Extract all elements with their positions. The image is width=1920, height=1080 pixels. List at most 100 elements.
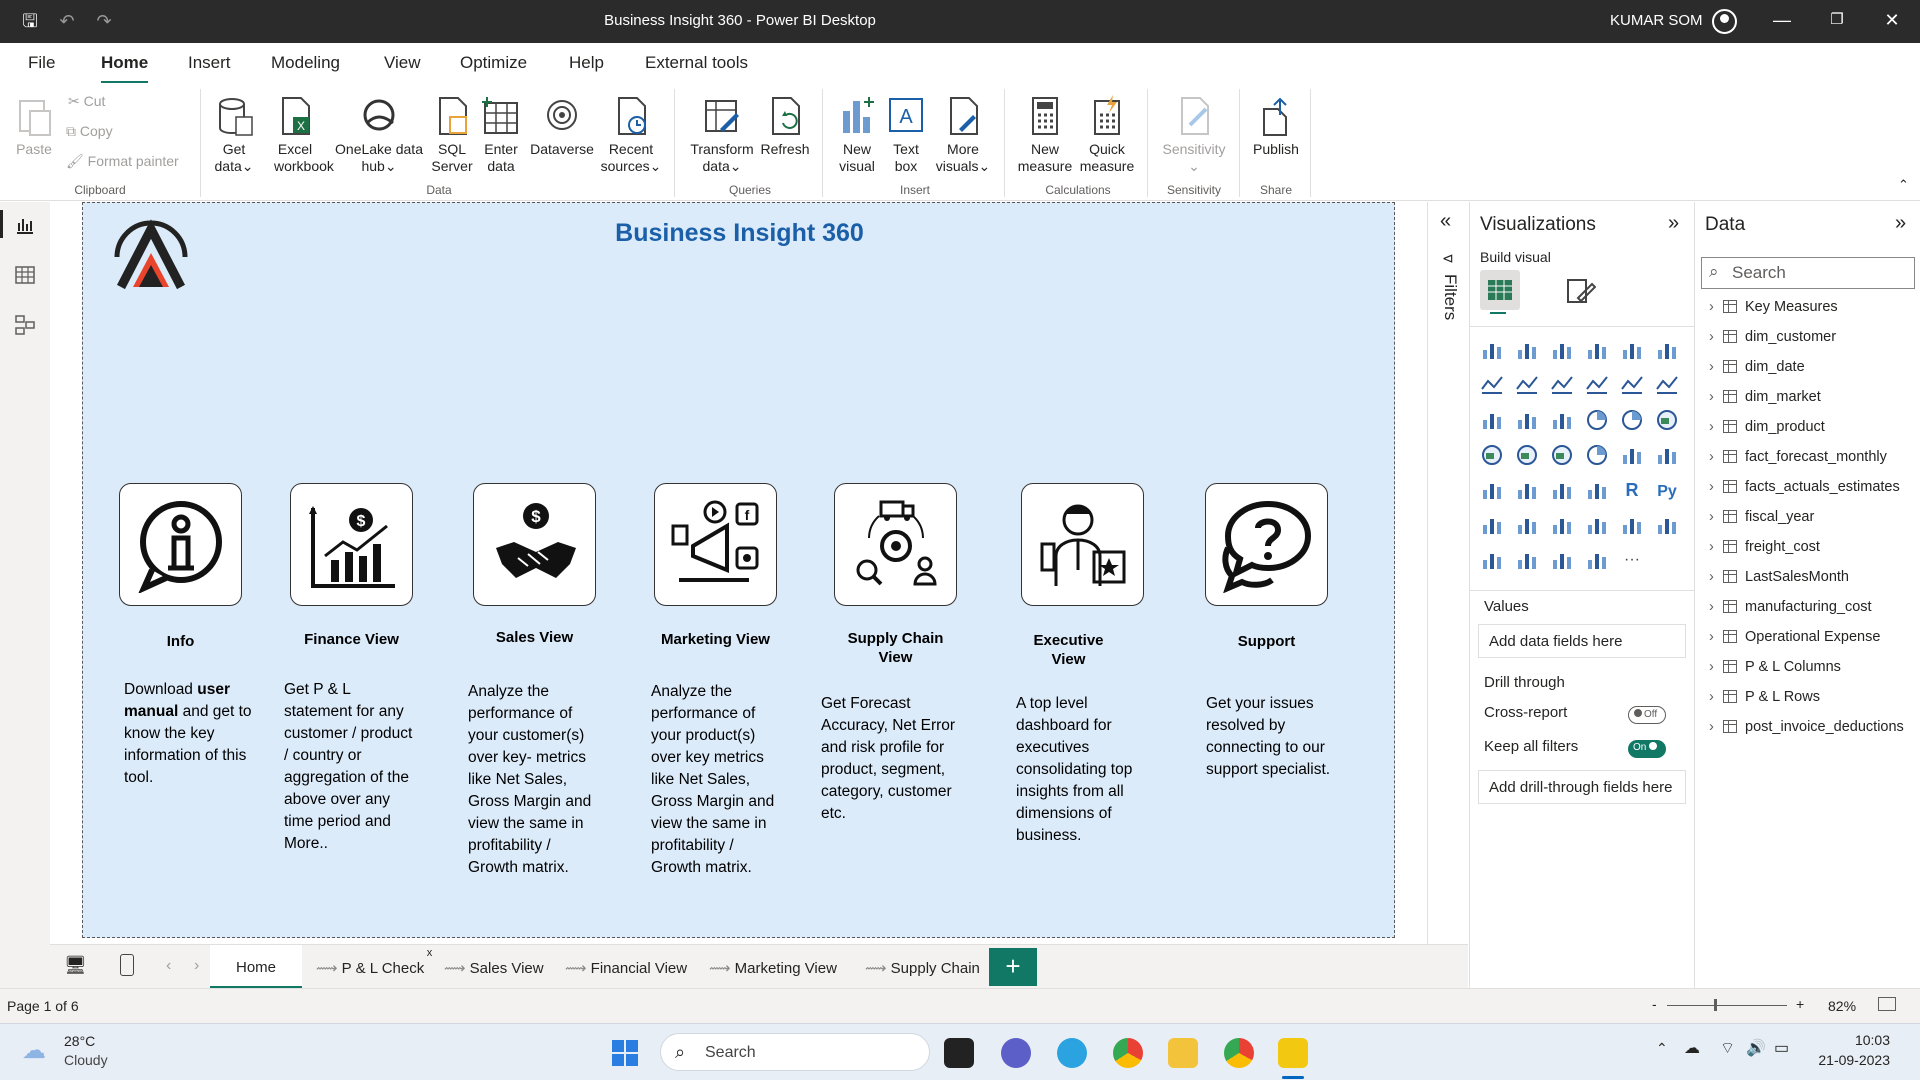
data-table-item[interactable]: › freight_cost bbox=[1709, 539, 1820, 555]
prev-page-icon[interactable]: ‹ bbox=[166, 957, 171, 975]
close-tab-icon[interactable]: x bbox=[427, 947, 433, 959]
power-apps-icon[interactable] bbox=[1480, 548, 1504, 572]
page-tab-home[interactable]: Home bbox=[210, 945, 302, 989]
tab-optimize[interactable]: Optimize bbox=[460, 53, 527, 73]
onedrive-icon[interactable]: ☁ bbox=[1684, 1038, 1700, 1058]
cross-report-toggle[interactable]: Off bbox=[1628, 706, 1666, 724]
pie-chart-icon[interactable] bbox=[1585, 408, 1609, 432]
taskbar-search[interactable]: ⌕ Search bbox=[660, 1033, 930, 1071]
power-bi-icon[interactable] bbox=[1278, 1038, 1308, 1068]
donut-chart-icon[interactable] bbox=[1620, 408, 1644, 432]
kpi-icon[interactable] bbox=[1480, 478, 1504, 502]
funnel-chart-icon[interactable] bbox=[1515, 408, 1539, 432]
teams-icon[interactable] bbox=[1001, 1038, 1031, 1068]
tab-external-tools[interactable]: External tools bbox=[645, 53, 748, 73]
data-table-item[interactable]: › manufacturing_cost bbox=[1709, 599, 1872, 615]
collapse-data-icon[interactable]: » bbox=[1895, 212, 1906, 235]
finance-view-card[interactable]: $ bbox=[290, 483, 413, 606]
refresh-button[interactable]: Refresh bbox=[757, 95, 813, 158]
new-visual-button[interactable]: New visual bbox=[832, 95, 882, 175]
onelake-data-hub-button[interactable]: OneLake data hub⌄ bbox=[332, 95, 426, 175]
collapse-visualizations-icon[interactable]: » bbox=[1668, 212, 1679, 235]
key-influencers-icon[interactable] bbox=[1480, 513, 1504, 537]
cut-button[interactable]: ✂ Cut bbox=[68, 93, 105, 110]
fabric-icon[interactable] bbox=[1550, 548, 1574, 572]
page-tab-sales-view[interactable]: ⟿ Sales View bbox=[434, 945, 554, 989]
tab-home[interactable]: Home bbox=[101, 53, 149, 84]
chevron-right-icon[interactable]: › bbox=[1709, 329, 1723, 345]
shape-icon[interactable] bbox=[1585, 548, 1609, 572]
decomposition-tree-icon[interactable] bbox=[1515, 513, 1539, 537]
chevron-right-icon[interactable]: › bbox=[1709, 419, 1723, 435]
data-table-item[interactable]: › LastSalesMonth bbox=[1709, 569, 1849, 585]
tab-modeling[interactable]: Modeling bbox=[271, 53, 340, 73]
show-hidden-icons[interactable]: ⌃ bbox=[1656, 1040, 1668, 1057]
python-visual-icon[interactable]: Py bbox=[1655, 478, 1679, 502]
tab-file[interactable]: File bbox=[28, 53, 55, 73]
format-visual-icon[interactable] bbox=[1564, 274, 1596, 306]
data-table-item[interactable]: › P & L Columns bbox=[1709, 659, 1841, 675]
data-table-item[interactable]: › fact_forecast_monthly bbox=[1709, 449, 1887, 465]
data-table-item[interactable]: › dim_market bbox=[1709, 389, 1821, 405]
dataverse-button[interactable]: Dataverse bbox=[527, 95, 597, 158]
chevron-right-icon[interactable]: › bbox=[1709, 359, 1723, 375]
chevron-right-icon[interactable]: › bbox=[1709, 299, 1723, 315]
recent-sources-button[interactable]: Recent sources⌄ bbox=[598, 95, 664, 175]
wifi-icon[interactable]: ⌔ bbox=[1720, 1038, 1735, 1058]
data-table-item[interactable]: › dim_customer bbox=[1709, 329, 1836, 345]
enter-data-button[interactable]: Enter data bbox=[480, 95, 522, 175]
collapse-ribbon-icon[interactable]: ⌃ bbox=[1898, 177, 1909, 193]
data-search-input[interactable]: Search bbox=[1701, 257, 1915, 289]
tab-help[interactable]: Help bbox=[569, 53, 604, 73]
volume-icon[interactable]: 🔊 bbox=[1746, 1038, 1766, 1058]
get-data-button[interactable]: Get data⌄ bbox=[208, 95, 260, 175]
power-automate-icon[interactable] bbox=[1515, 548, 1539, 572]
ribbon-chart-icon[interactable] bbox=[1655, 373, 1679, 397]
windows-start-icon[interactable] bbox=[610, 1038, 640, 1068]
stacked-bar-chart-icon[interactable] bbox=[1480, 338, 1504, 362]
page-tab-financial-view[interactable]: ⟿ Financial View bbox=[555, 945, 697, 989]
paginated-report-icon[interactable] bbox=[1655, 513, 1679, 537]
chevron-right-icon[interactable]: › bbox=[1709, 659, 1723, 675]
page-tab-marketing-view[interactable]: ⟿ Marketing View bbox=[699, 945, 847, 989]
data-table-item[interactable]: › dim_date bbox=[1709, 359, 1805, 375]
azure-map-icon[interactable] bbox=[1550, 443, 1574, 467]
multi-row-card-icon[interactable] bbox=[1655, 443, 1679, 467]
100-bar-chart-icon[interactable] bbox=[1620, 338, 1644, 362]
task-view-icon[interactable] bbox=[944, 1038, 974, 1068]
chevron-right-icon[interactable]: › bbox=[1709, 449, 1723, 465]
battery-icon[interactable]: ▭ bbox=[1774, 1038, 1789, 1058]
chevron-right-icon[interactable]: › bbox=[1709, 479, 1723, 495]
desktop-layout-icon[interactable]: 🖥 bbox=[64, 955, 87, 976]
line-chart-icon[interactable] bbox=[1480, 373, 1504, 397]
more-visuals-button[interactable]: More visuals⌄ bbox=[932, 95, 994, 175]
sql-server-button[interactable]: SQL Server bbox=[430, 95, 474, 175]
transform-data-button[interactable]: Transform data⌄ bbox=[686, 95, 758, 175]
r-visual-icon[interactable]: R bbox=[1620, 478, 1644, 502]
chrome-profile-icon[interactable] bbox=[1224, 1038, 1254, 1068]
data-table-item[interactable]: › fiscal_year bbox=[1709, 509, 1814, 525]
metrics-icon[interactable] bbox=[1620, 513, 1644, 537]
chevron-right-icon[interactable]: › bbox=[1709, 569, 1723, 585]
add-page-button[interactable]: + bbox=[989, 948, 1037, 986]
tab-view[interactable]: View bbox=[384, 53, 421, 73]
zoom-out-icon[interactable]: - bbox=[1652, 996, 1657, 1012]
100-column-chart-icon[interactable] bbox=[1655, 338, 1679, 362]
filters-pane-collapsed[interactable]: « ⊲ Filters bbox=[1427, 202, 1469, 944]
paste-button[interactable]: Paste bbox=[14, 95, 54, 158]
line-column-chart-icon[interactable] bbox=[1585, 373, 1609, 397]
table-view-icon[interactable] bbox=[14, 264, 36, 286]
line-clustered-column-icon[interactable] bbox=[1620, 373, 1644, 397]
stacked-column-chart-icon[interactable] bbox=[1515, 338, 1539, 362]
marketing-view-card[interactable]: f bbox=[654, 483, 777, 606]
chevron-right-icon[interactable]: › bbox=[1709, 389, 1723, 405]
minimize-icon[interactable]: — bbox=[1767, 10, 1797, 31]
format-painter-button[interactable]: 🖌 Format painter bbox=[66, 153, 179, 170]
matrix-icon[interactable] bbox=[1585, 478, 1609, 502]
clustered-bar-chart-icon[interactable] bbox=[1550, 338, 1574, 362]
treemap-icon[interactable] bbox=[1655, 408, 1679, 432]
smart-narrative-icon[interactable] bbox=[1585, 513, 1609, 537]
slicer-icon[interactable] bbox=[1515, 478, 1539, 502]
keep-all-filters-toggle[interactable]: On bbox=[1628, 740, 1666, 758]
page-tab-supply-chain[interactable]: ⟿ Supply Chain bbox=[855, 945, 990, 989]
